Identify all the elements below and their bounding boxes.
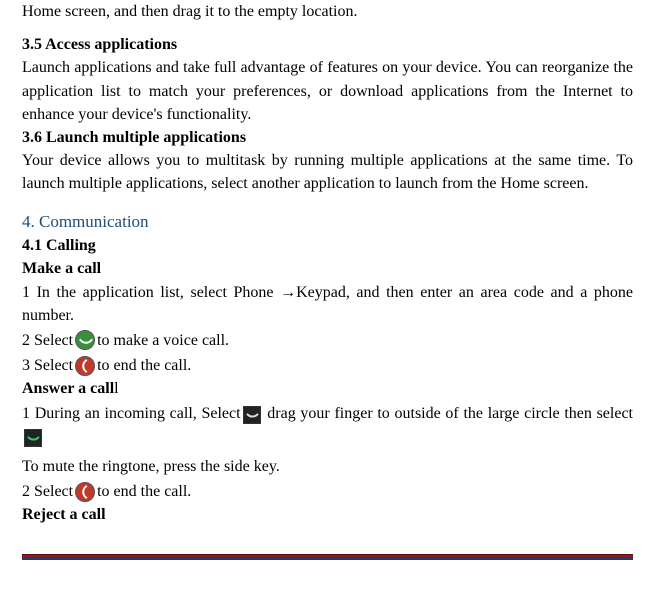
section-4-1-heading: 4.1 Calling — [22, 234, 633, 257]
answer-a-call-heading: Answer a calll — [22, 377, 633, 400]
make-call-step1: 1 In the application list, select Phone … — [22, 281, 633, 327]
end-call-icon — [75, 356, 95, 376]
reject-a-call-heading: Reject a call — [22, 503, 633, 526]
answer-call-step1: 1 During an incoming call, Select drag y… — [22, 402, 633, 448]
section-4-heading: 4. Communication — [22, 210, 633, 235]
mute-ringtone-text: To mute the ringtone, press the side key… — [22, 455, 633, 478]
intro-tail-text: Home screen, and then drag it to the emp… — [22, 0, 633, 23]
section-3-5-heading: 3.5 Access applications — [22, 33, 633, 56]
call-icon — [75, 330, 95, 350]
section-3-5-body: Launch applications and take full advant… — [22, 56, 633, 126]
page-footer — [0, 554, 655, 572]
footer-divider — [22, 554, 633, 560]
make-call-step2: 2 Select to make a voice call. — [22, 329, 633, 352]
incoming-call-icon — [243, 406, 261, 424]
incoming-accept-icon — [24, 429, 42, 447]
answer-call-step2: 2 Select to end the call. — [22, 480, 633, 503]
make-call-step3: 3 Select to end the call. — [22, 354, 633, 377]
make-a-call-heading: Make a call — [22, 257, 633, 280]
section-3-6-heading: 3.6 Launch multiple applications — [22, 126, 633, 149]
end-call-icon — [75, 482, 95, 502]
section-3-6-body: Your device allows you to multitask by r… — [22, 149, 633, 195]
